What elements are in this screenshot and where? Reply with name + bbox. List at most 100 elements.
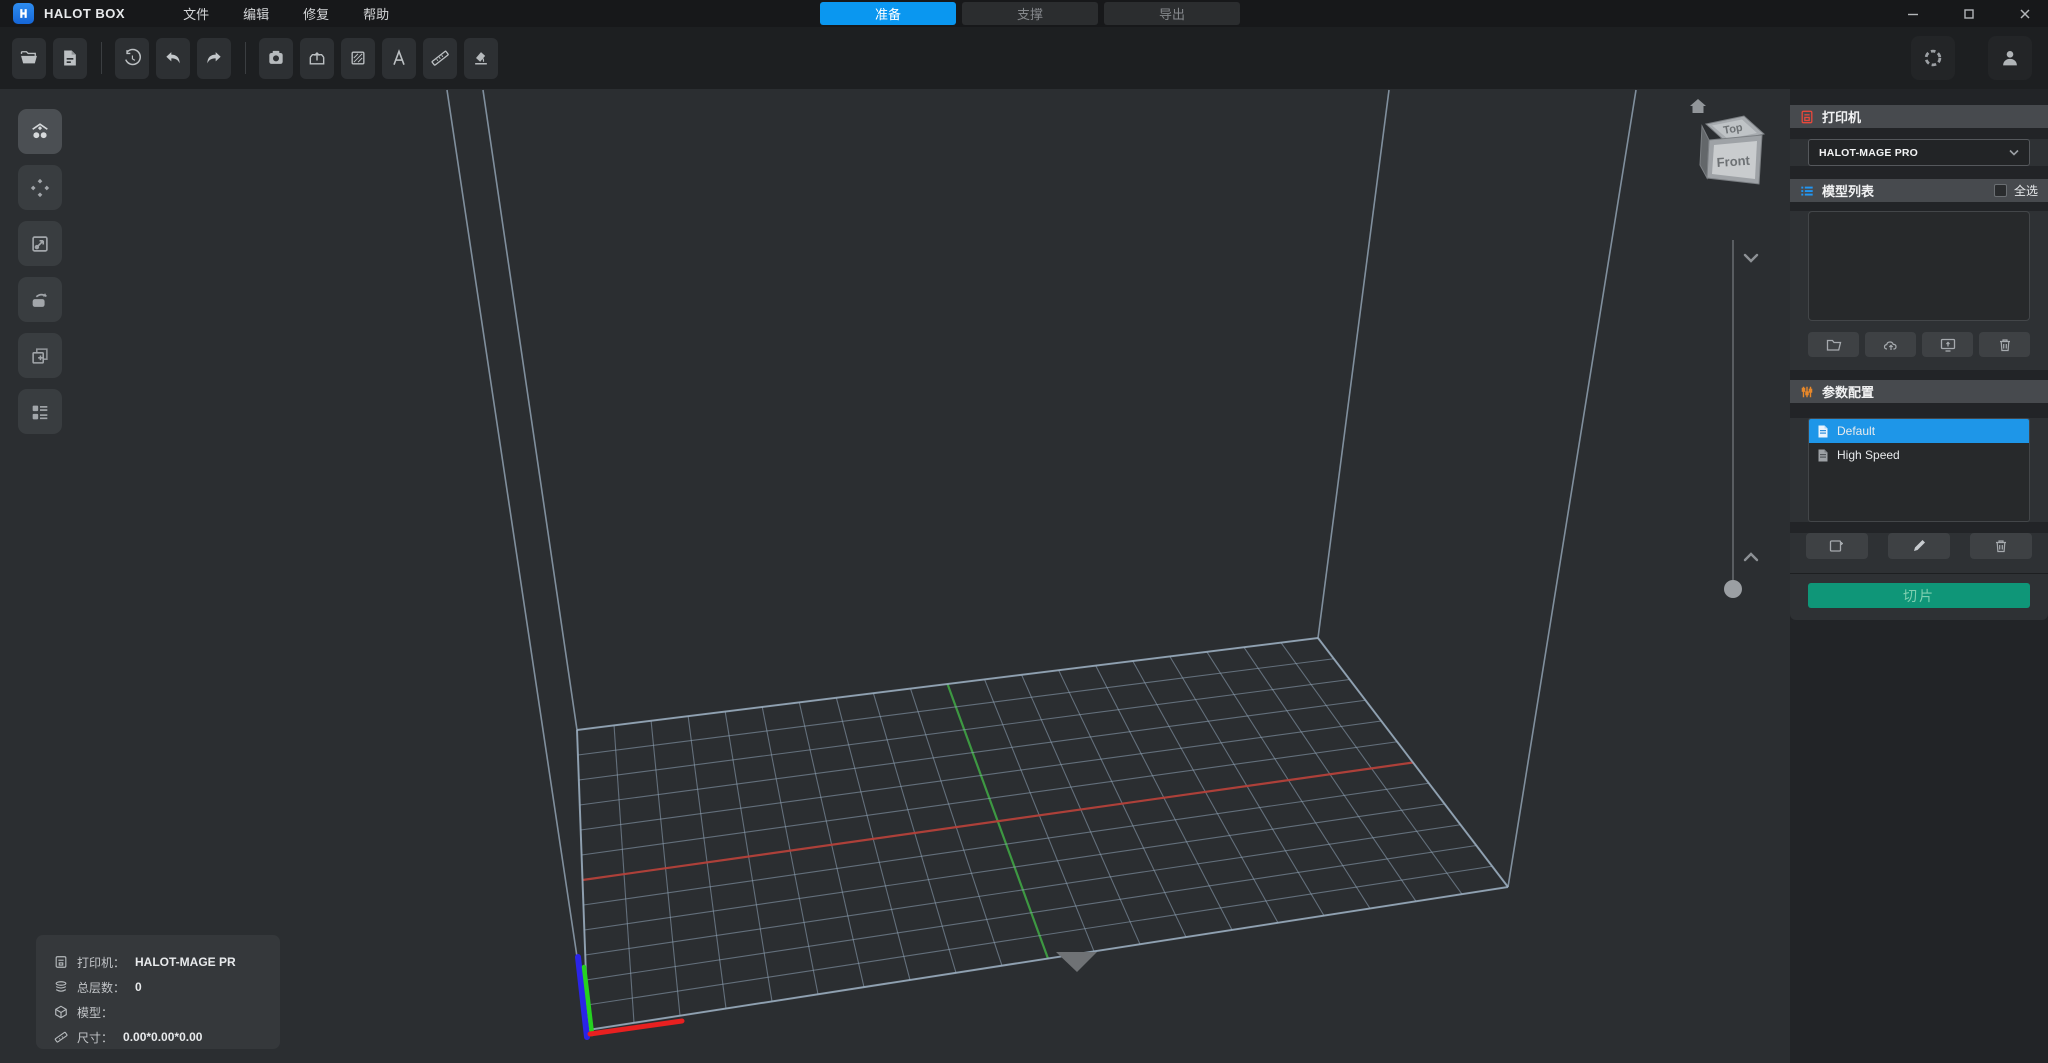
- model-list-title: 模型列表: [1822, 181, 1874, 200]
- delete-model-button[interactable]: [1979, 332, 2030, 357]
- export-model-button[interactable]: [300, 38, 334, 79]
- profile-list: Default High Speed: [1808, 418, 2030, 522]
- profile-doc-icon: [1817, 425, 1829, 438]
- camera-icon: [266, 48, 286, 68]
- menu-help[interactable]: 帮助: [363, 4, 389, 23]
- redo-button[interactable]: [197, 38, 231, 79]
- select-all-label: 全选: [2014, 182, 2038, 199]
- tab-support[interactable]: 支撑: [962, 2, 1098, 25]
- list-icon: [1800, 184, 1814, 198]
- profile-name: Default: [1837, 424, 1875, 438]
- menu-file[interactable]: 文件: [183, 4, 209, 23]
- printer-select-dropdown[interactable]: HALOT-MAGE PRO: [1808, 139, 2030, 166]
- camera-button[interactable]: [259, 38, 293, 79]
- info-row-layers: 总层数： 0: [54, 977, 280, 997]
- edit-profile-button[interactable]: [1888, 533, 1950, 559]
- export-box-icon: [307, 48, 327, 68]
- clone-button[interactable]: [18, 333, 62, 378]
- rotate-button[interactable]: [18, 277, 62, 322]
- user-account-button[interactable]: [1988, 36, 2032, 80]
- undo-button[interactable]: [156, 38, 190, 79]
- clone-icon: [29, 345, 51, 367]
- eraser-tool-button[interactable]: [464, 38, 498, 79]
- printer-section-header: 打印机: [1790, 105, 2048, 128]
- chevron-up-icon[interactable]: [1745, 554, 1757, 560]
- layer-slider[interactable]: [1724, 240, 1757, 598]
- dimension-icon: [54, 1030, 68, 1044]
- send-to-printer-button[interactable]: [1922, 332, 1973, 357]
- pencil-icon: [1911, 538, 1927, 554]
- reset-view-button[interactable]: [115, 38, 149, 79]
- model-detail-list-button[interactable]: [18, 389, 62, 434]
- slice-button[interactable]: 切片: [1808, 583, 2030, 608]
- model-list-header: 模型列表 全选: [1790, 179, 2048, 202]
- delete-profile-button[interactable]: [1970, 533, 2032, 559]
- close-button[interactable]: [2018, 7, 2032, 21]
- import-model-button[interactable]: [1808, 332, 1859, 357]
- auto-arrange-button[interactable]: [18, 109, 62, 154]
- text-a-icon: [389, 48, 409, 68]
- app-logo: [13, 3, 34, 24]
- menu-edit[interactable]: 编辑: [243, 4, 269, 23]
- dashed-circle-icon: [1922, 47, 1944, 69]
- detail-list-icon: [29, 401, 51, 423]
- build-volume-scene: Top Front: [0, 89, 1790, 1063]
- sliders-icon: [1800, 385, 1814, 399]
- slider-knob[interactable]: [1724, 580, 1742, 598]
- add-profile-button[interactable]: [1806, 533, 1868, 559]
- printer-section: 打印机 HALOT-MAGE PRO: [1790, 105, 2048, 166]
- chevron-down-icon[interactable]: [1745, 255, 1757, 261]
- select-all-checkbox[interactable]: [1994, 184, 2007, 197]
- network-status-button[interactable]: [1911, 36, 1955, 80]
- chevron-down-icon: [2009, 149, 2019, 156]
- toolbar-separator: [101, 42, 102, 74]
- tab-prepare[interactable]: 准备: [820, 2, 956, 25]
- viewport-3d[interactable]: Top Front: [0, 89, 1790, 1063]
- info-row-size: 尺寸： 0.00*0.00*0.00: [54, 1027, 280, 1047]
- export-cloud-button[interactable]: [1865, 332, 1916, 357]
- menu-bar: 文件 编辑 修复 帮助: [183, 4, 389, 23]
- model-list-box[interactable]: [1808, 211, 2030, 321]
- printer-selected-value: HALOT-MAGE PRO: [1819, 147, 1918, 159]
- save-file-button[interactable]: [53, 38, 87, 79]
- redo-icon: [204, 48, 224, 68]
- minimize-button[interactable]: [1906, 7, 1920, 21]
- measure-tool-button[interactable]: [423, 38, 457, 79]
- arrange-icon: [29, 121, 51, 143]
- tab-export[interactable]: 导出: [1104, 2, 1240, 25]
- model-list-section: 模型列表 全选: [1790, 179, 2048, 370]
- profiles-header: 参数配置: [1790, 380, 2048, 403]
- cloud-upload-icon: [1883, 337, 1899, 353]
- home-icon[interactable]: [1690, 99, 1706, 113]
- trash-icon: [1993, 538, 2009, 554]
- view-cube[interactable]: Top Front: [1690, 99, 1764, 184]
- printer-icon: [54, 955, 68, 969]
- profile-row-high-speed[interactable]: High Speed: [1809, 443, 2029, 467]
- model-icon: [54, 1005, 68, 1019]
- eraser-icon: [471, 48, 491, 68]
- move-button[interactable]: [18, 165, 62, 210]
- rotate-icon: [29, 289, 51, 311]
- profiles-section: 参数配置 Default: [1790, 380, 2048, 620]
- profiles-title: 参数配置: [1822, 382, 1874, 401]
- undo-icon: [163, 48, 183, 68]
- main-toolbar: [0, 27, 2048, 89]
- left-tool-column: [18, 109, 62, 434]
- info-row-model: 模型：: [54, 1002, 280, 1022]
- halot-logo-icon: [17, 7, 30, 20]
- printer-icon: [1800, 110, 1814, 124]
- profile-row-default[interactable]: Default: [1809, 419, 2029, 443]
- toolbar-separator: [245, 42, 246, 74]
- maximize-button[interactable]: [1962, 7, 1976, 21]
- user-icon: [1999, 47, 2021, 69]
- text-tool-button[interactable]: [382, 38, 416, 79]
- menu-repair[interactable]: 修复: [303, 4, 329, 23]
- hatched-panel-icon: [348, 48, 368, 68]
- workflow-tabs: 准备 支撑 导出: [820, 2, 1240, 25]
- open-file-button[interactable]: [12, 38, 46, 79]
- move-icon: [29, 177, 51, 199]
- ruler-icon: [430, 48, 450, 68]
- scale-button[interactable]: [18, 221, 62, 266]
- hollow-tool-button[interactable]: [341, 38, 375, 79]
- plate-front-marker: [1056, 952, 1097, 972]
